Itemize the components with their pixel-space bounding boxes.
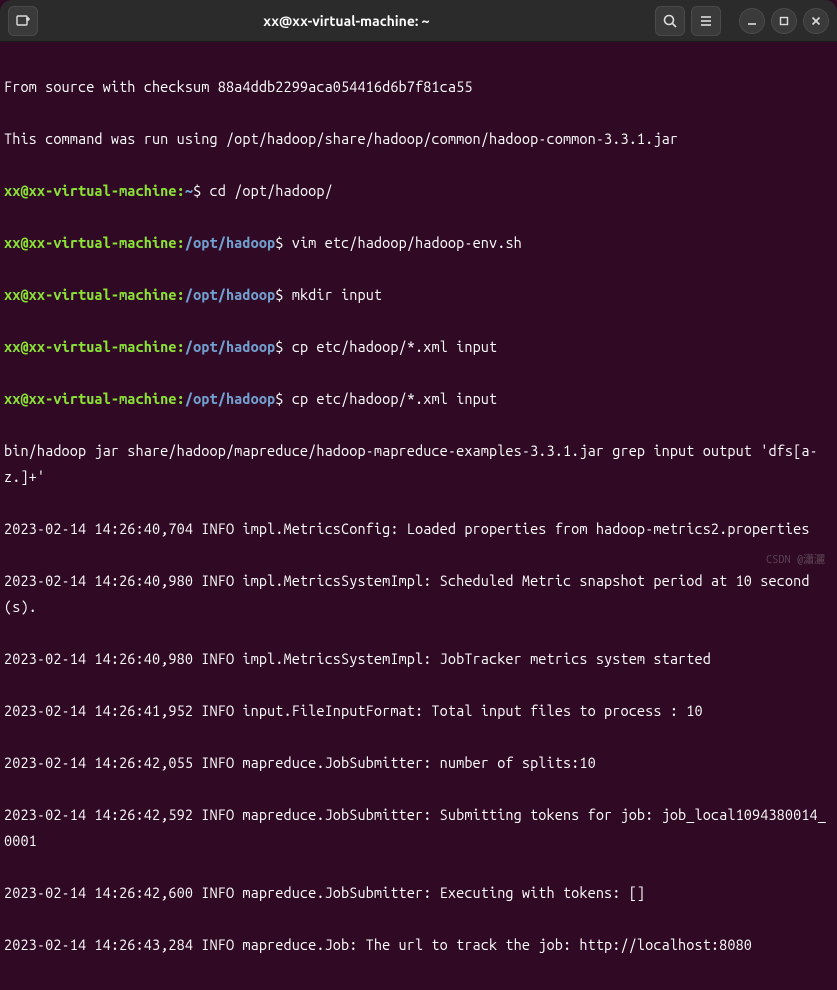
- prompt-line: xx@xx-virtual-machine:/opt/hadoop$ cp et…: [4, 334, 833, 360]
- output-line: 2023-02-14 14:26:40,980 INFO impl.Metric…: [4, 646, 833, 672]
- prompt-path: /opt/hadoop: [185, 234, 275, 251]
- minimize-button[interactable]: [739, 8, 765, 34]
- close-button[interactable]: [803, 8, 829, 34]
- output-line: bin/hadoop jar share/hadoop/mapreduce/ha…: [4, 438, 833, 490]
- output-line: 2023-02-14 14:26:42,055 INFO mapreduce.J…: [4, 750, 833, 776]
- prompt-user: xx@xx-virtual-machine: [4, 182, 177, 199]
- command-text: mkdir input: [292, 286, 382, 303]
- prompt-user: xx@xx-virtual-machine: [4, 286, 177, 303]
- prompt-user: xx@xx-virtual-machine: [4, 390, 177, 407]
- output-line: 2023-02-14 14:26:40,704 INFO impl.Metric…: [4, 516, 833, 542]
- maximize-icon: [778, 15, 790, 27]
- prompt-path: /opt/hadoop: [185, 286, 275, 303]
- output-line: 2023-02-14 14:26:42,600 INFO mapreduce.J…: [4, 880, 833, 906]
- output-line: 2023-02-14 14:26:40,980 INFO impl.Metric…: [4, 568, 833, 620]
- command-text: vim etc/hadoop/hadoop-env.sh: [292, 234, 522, 251]
- hamburger-icon: [698, 13, 714, 29]
- output-line: 2023-02-14 14:26:43,284 INFO mapreduce.J…: [4, 932, 833, 958]
- output-line: From source with checksum 88a4ddb2299aca…: [4, 74, 833, 100]
- close-icon: [810, 15, 822, 27]
- search-button[interactable]: [655, 6, 685, 36]
- prompt-path: ~: [185, 182, 193, 199]
- output-line: 2023-02-14 14:26:42,592 INFO mapreduce.J…: [4, 802, 833, 854]
- prompt-line: xx@xx-virtual-machine:/opt/hadoop$ vim e…: [4, 230, 833, 256]
- prompt-path: /opt/hadoop: [185, 390, 275, 407]
- hamburger-menu-button[interactable]: [691, 6, 721, 36]
- maximize-button[interactable]: [771, 8, 797, 34]
- prompt-line: xx@xx-virtual-machine:~$ cd /opt/hadoop/: [4, 178, 833, 204]
- command-text: cp etc/hadoop/*.xml input: [292, 390, 498, 407]
- output-line: 2023-02-14 14:26:41,952 INFO input.FileI…: [4, 698, 833, 724]
- window-title: xx@xx-virtual-machine: ~: [44, 13, 649, 29]
- prompt-user: xx@xx-virtual-machine: [4, 234, 177, 251]
- command-text: cd /opt/hadoop/: [210, 182, 333, 199]
- output-line: This command was run using /opt/hadoop/s…: [4, 126, 833, 152]
- new-tab-icon: [15, 13, 31, 29]
- prompt-line: xx@xx-virtual-machine:/opt/hadoop$ mkdir…: [4, 282, 833, 308]
- terminal-output[interactable]: From source with checksum 88a4ddb2299aca…: [0, 42, 837, 990]
- search-icon: [662, 13, 678, 29]
- prompt-user: xx@xx-virtual-machine: [4, 338, 177, 355]
- command-text: cp etc/hadoop/*.xml input: [292, 338, 498, 355]
- new-tab-button[interactable]: [8, 6, 38, 36]
- prompt-path: /opt/hadoop: [185, 338, 275, 355]
- prompt-line: xx@xx-virtual-machine:/opt/hadoop$ cp et…: [4, 386, 833, 412]
- minimize-icon: [746, 15, 758, 27]
- window-titlebar: xx@xx-virtual-machine: ~: [0, 0, 837, 42]
